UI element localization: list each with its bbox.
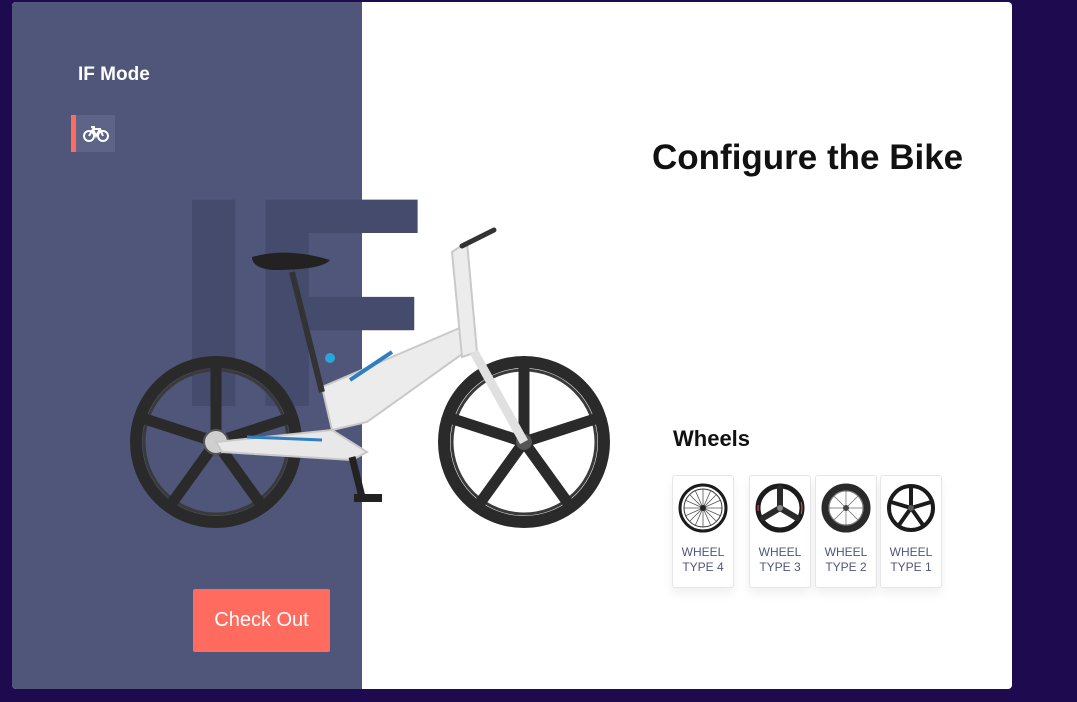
mode-tab-bike[interactable] xyxy=(71,115,115,152)
five-spoke-wheel-icon xyxy=(887,484,935,532)
brand-title: IF Mode xyxy=(78,64,150,85)
wheels-heading: Wheels xyxy=(673,426,751,451)
wheel-option-label: WHEEL TYPE 3 xyxy=(758,545,802,574)
deep-rim-wheel-icon xyxy=(821,483,871,533)
tri-spoke-wheel-icon xyxy=(755,483,805,533)
page-title: Configure the Bike xyxy=(652,138,964,177)
bike-frame xyxy=(214,227,528,502)
wheel-option-type-4[interactable]: WHEEL TYPE 4 xyxy=(672,475,734,588)
wheel-option-type-3[interactable]: WHEEL TYPE 3 xyxy=(749,475,811,588)
bike-image xyxy=(130,227,610,528)
wheel-option-type-1[interactable]: WHEEL TYPE 1 xyxy=(880,475,942,588)
spoked-wheel-icon xyxy=(678,483,728,533)
wheel-option-type-2[interactable]: WHEEL TYPE 2 xyxy=(815,475,877,588)
checkout-button[interactable]: Check Out xyxy=(193,589,330,652)
wheel-option-label: WHEEL TYPE 4 xyxy=(681,545,725,574)
bicycle-icon xyxy=(82,125,109,142)
configurator-card: IF IF Mode Check Out Configure the Bike xyxy=(12,2,1012,689)
wheel-option-label: WHEEL TYPE 2 xyxy=(824,545,868,574)
wheel-option-label: WHEEL TYPE 1 xyxy=(889,545,933,574)
